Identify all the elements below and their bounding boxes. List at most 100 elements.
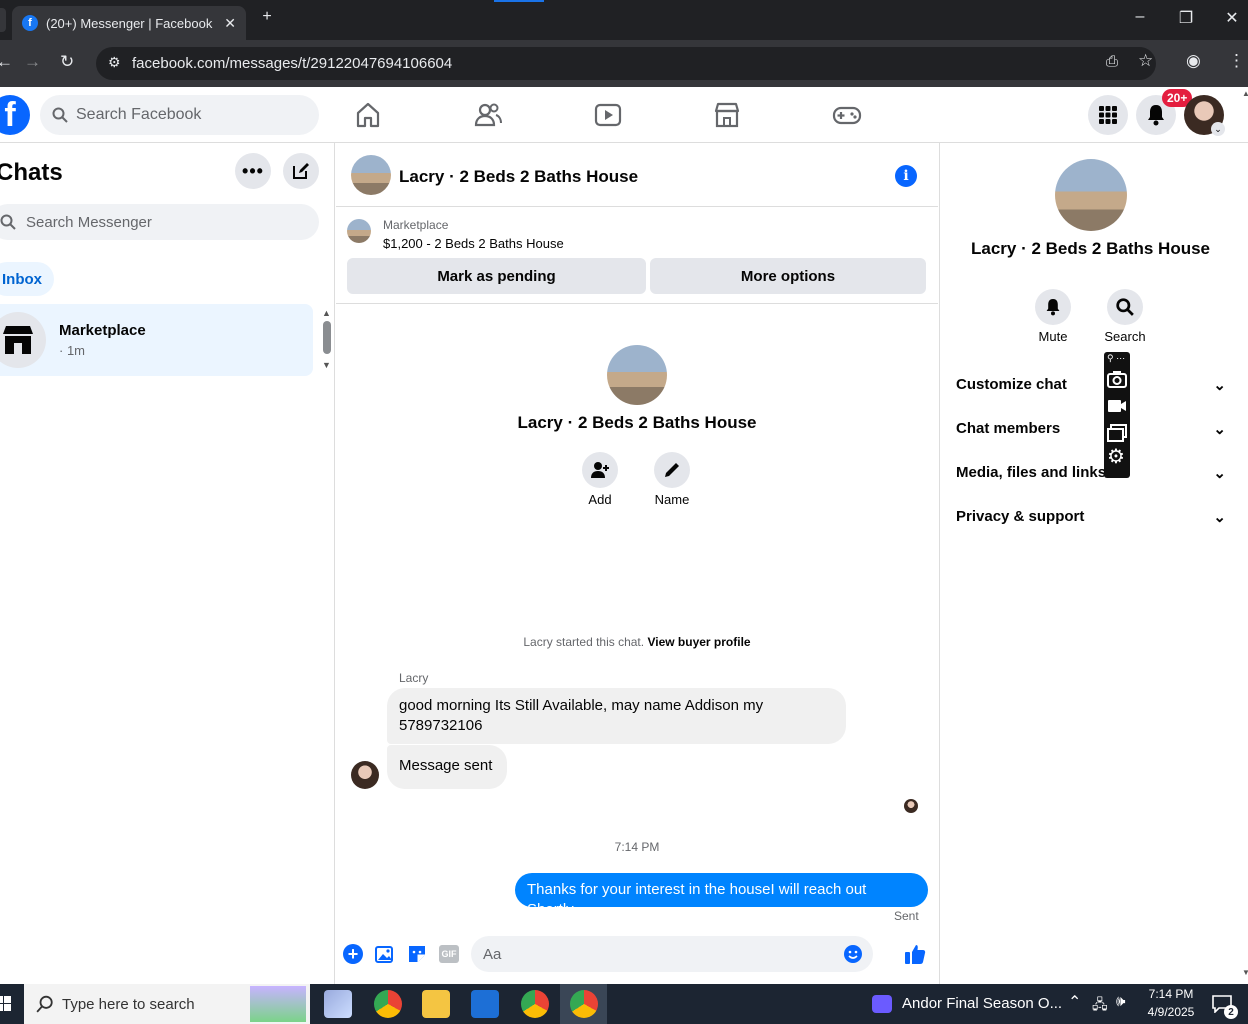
browser-toolbar: ← → ↻ ⚙ facebook.com/messages/t/29122047…: [0, 40, 1248, 87]
reload-icon[interactable]: ↻: [60, 52, 74, 72]
chat-started-note: Lacry started this chat. View buyer prof…: [336, 635, 938, 649]
chats-options-button[interactable]: •••: [235, 153, 271, 189]
chevron-down-icon: ⌄: [1213, 421, 1226, 438]
tab-close-icon[interactable]: ✕: [224, 15, 236, 32]
minimize-icon[interactable]: –: [1125, 8, 1155, 26]
sidebar-scrollbar[interactable]: [323, 321, 331, 354]
clock-time[interactable]: 7:14 PM: [1143, 987, 1199, 1001]
taskbar-search-input[interactable]: Type here to search: [24, 984, 310, 1024]
remote-app-icon[interactable]: [471, 990, 499, 1018]
camera-icon[interactable]: [1107, 370, 1127, 388]
marketplace-avatar: [0, 312, 46, 368]
chrome-profile-b-icon[interactable]: [521, 990, 549, 1018]
forward-icon[interactable]: →: [24, 52, 41, 72]
home-icon[interactable]: [352, 99, 384, 131]
details-avatar: [1055, 159, 1127, 231]
bookmark-star-icon[interactable]: ☆: [1138, 51, 1153, 71]
chat-members-section[interactable]: Chat members ⌄: [956, 420, 1226, 438]
section-label: Media, files and links: [956, 464, 1107, 481]
name-button[interactable]: [654, 452, 690, 488]
install-app-icon[interactable]: ⎙: [1106, 53, 1118, 70]
profile-name: Lacry · 2 Beds 2 Baths House: [517, 413, 757, 432]
site-info-icon[interactable]: ⚙: [108, 54, 121, 71]
page-scroll-down-icon[interactable]: ▼: [1242, 968, 1248, 977]
chrome-menu-icon[interactable]: ⋮: [1228, 51, 1245, 71]
new-message-button[interactable]: [283, 153, 319, 189]
sender-avatar[interactable]: [351, 761, 379, 789]
video-camera-icon[interactable]: [1107, 398, 1127, 414]
sticker-icon[interactable]: [407, 944, 427, 964]
message-input[interactable]: Aa: [471, 936, 873, 972]
mark-pending-button[interactable]: Mark as pending: [347, 258, 646, 294]
volume-icon[interactable]: 🕪: [1116, 993, 1125, 1010]
chrome-profile-a-icon[interactable]: [374, 990, 402, 1018]
chat-list-item-marketplace[interactable]: Marketplace · 1m: [0, 304, 313, 376]
back-icon[interactable]: ←: [0, 52, 13, 72]
incoming-message[interactable]: good morning Its Still Available, may na…: [387, 688, 846, 744]
file-explorer-icon[interactable]: [422, 990, 450, 1018]
taskbar-search-placeholder: Type here to search: [62, 995, 195, 1013]
image-icon[interactable]: [375, 944, 395, 964]
listing-thumbnail[interactable]: [347, 219, 371, 243]
tray-overflow-icon[interactable]: ⌃: [1068, 992, 1081, 1012]
add-people-button[interactable]: [582, 452, 618, 488]
messenger-search-input[interactable]: Search Messenger: [0, 204, 319, 240]
search-label: Search: [1104, 329, 1146, 344]
customize-chat-section[interactable]: Customize chat ⌄: [956, 376, 1226, 394]
clock-date[interactable]: 4/9/2025: [1143, 1005, 1199, 1019]
scroll-up-icon[interactable]: ▲: [322, 308, 331, 318]
mute-button[interactable]: [1035, 289, 1071, 325]
prev-tab-edge[interactable]: [0, 8, 6, 32]
more-options-button[interactable]: More options: [650, 258, 926, 294]
privacy-support-section[interactable]: Privacy & support ⌄: [956, 508, 1226, 526]
address-bar[interactable]: ⚙ facebook.com/messages/t/29122047694106…: [96, 47, 1156, 80]
facebook-search-placeholder: Search Facebook: [76, 106, 202, 123]
section-label: Customize chat: [956, 376, 1067, 393]
marketplace-icon[interactable]: [711, 99, 743, 131]
search-icon: [1116, 298, 1134, 316]
info-icon[interactable]: i: [895, 165, 917, 187]
profile-icon[interactable]: ◉: [1186, 51, 1201, 71]
time-divider: 7:14 PM: [614, 840, 660, 854]
new-tab-icon[interactable]: +: [252, 8, 282, 26]
conversation-avatar[interactable]: [351, 155, 391, 195]
window-capture-icon[interactable]: [1107, 424, 1127, 442]
thumbs-up-icon[interactable]: [904, 943, 926, 965]
window-close-icon[interactable]: ✕: [1217, 8, 1247, 28]
media-title[interactable]: Andor Final Season O...: [902, 995, 1062, 1012]
facebook-logo-icon[interactable]: f: [0, 95, 30, 135]
view-buyer-profile-link[interactable]: View buyer profile: [647, 635, 750, 649]
facebook-search-input[interactable]: Search Facebook: [40, 95, 319, 135]
media-app-icon[interactable]: [872, 995, 892, 1013]
chevron-down-icon: ⌄: [1213, 377, 1226, 394]
menu-grid-button[interactable]: [1088, 95, 1128, 135]
inbox-tab[interactable]: Inbox: [0, 262, 54, 296]
friends-icon[interactable]: [472, 99, 504, 131]
page-scroll-up-icon[interactable]: ▲: [1242, 89, 1248, 98]
conversation-title[interactable]: Lacry · 2 Beds 2 Baths House: [399, 167, 638, 187]
restore-icon[interactable]: ❐: [1171, 8, 1201, 28]
account-chevron-icon[interactable]: ⌄: [1211, 122, 1225, 136]
media-files-links-section[interactable]: Media, files and links ⌄: [956, 464, 1226, 482]
search-conversation-button[interactable]: [1107, 289, 1143, 325]
profile-photo: [607, 345, 667, 405]
browser-tab[interactable]: f (20+) Messenger | Facebook ✕: [12, 6, 246, 40]
browser-titlebar: f (20+) Messenger | Facebook ✕ + – ❐ ✕: [0, 0, 1248, 40]
active-chrome-taskbar-button[interactable]: [560, 984, 607, 1024]
incoming-message[interactable]: Message sent: [387, 745, 507, 789]
network-icon[interactable]: 🖧: [1092, 994, 1108, 1018]
plus-icon[interactable]: +: [343, 944, 363, 964]
outgoing-message[interactable]: Thanks for your interest in the houseI w…: [515, 873, 928, 918]
gif-icon[interactable]: GIF: [439, 945, 459, 963]
toolbar-handle-icon[interactable]: ⚲ ⋯: [1107, 353, 1125, 364]
video-icon[interactable]: [592, 99, 624, 131]
emoji-icon[interactable]: [843, 944, 863, 964]
listing-text[interactable]: $1,200 - 2 Beds 2 Baths House: [383, 236, 564, 251]
unicorn-search-highlight-icon: [250, 986, 306, 1022]
mute-label: Mute: [1038, 329, 1068, 344]
gaming-icon[interactable]: [831, 99, 863, 131]
settings-gear-icon[interactable]: ⚙: [1107, 447, 1125, 467]
windows-start-icon[interactable]: [0, 996, 12, 1012]
scroll-down-icon[interactable]: ▼: [322, 360, 331, 370]
notepad-icon[interactable]: [324, 990, 352, 1018]
